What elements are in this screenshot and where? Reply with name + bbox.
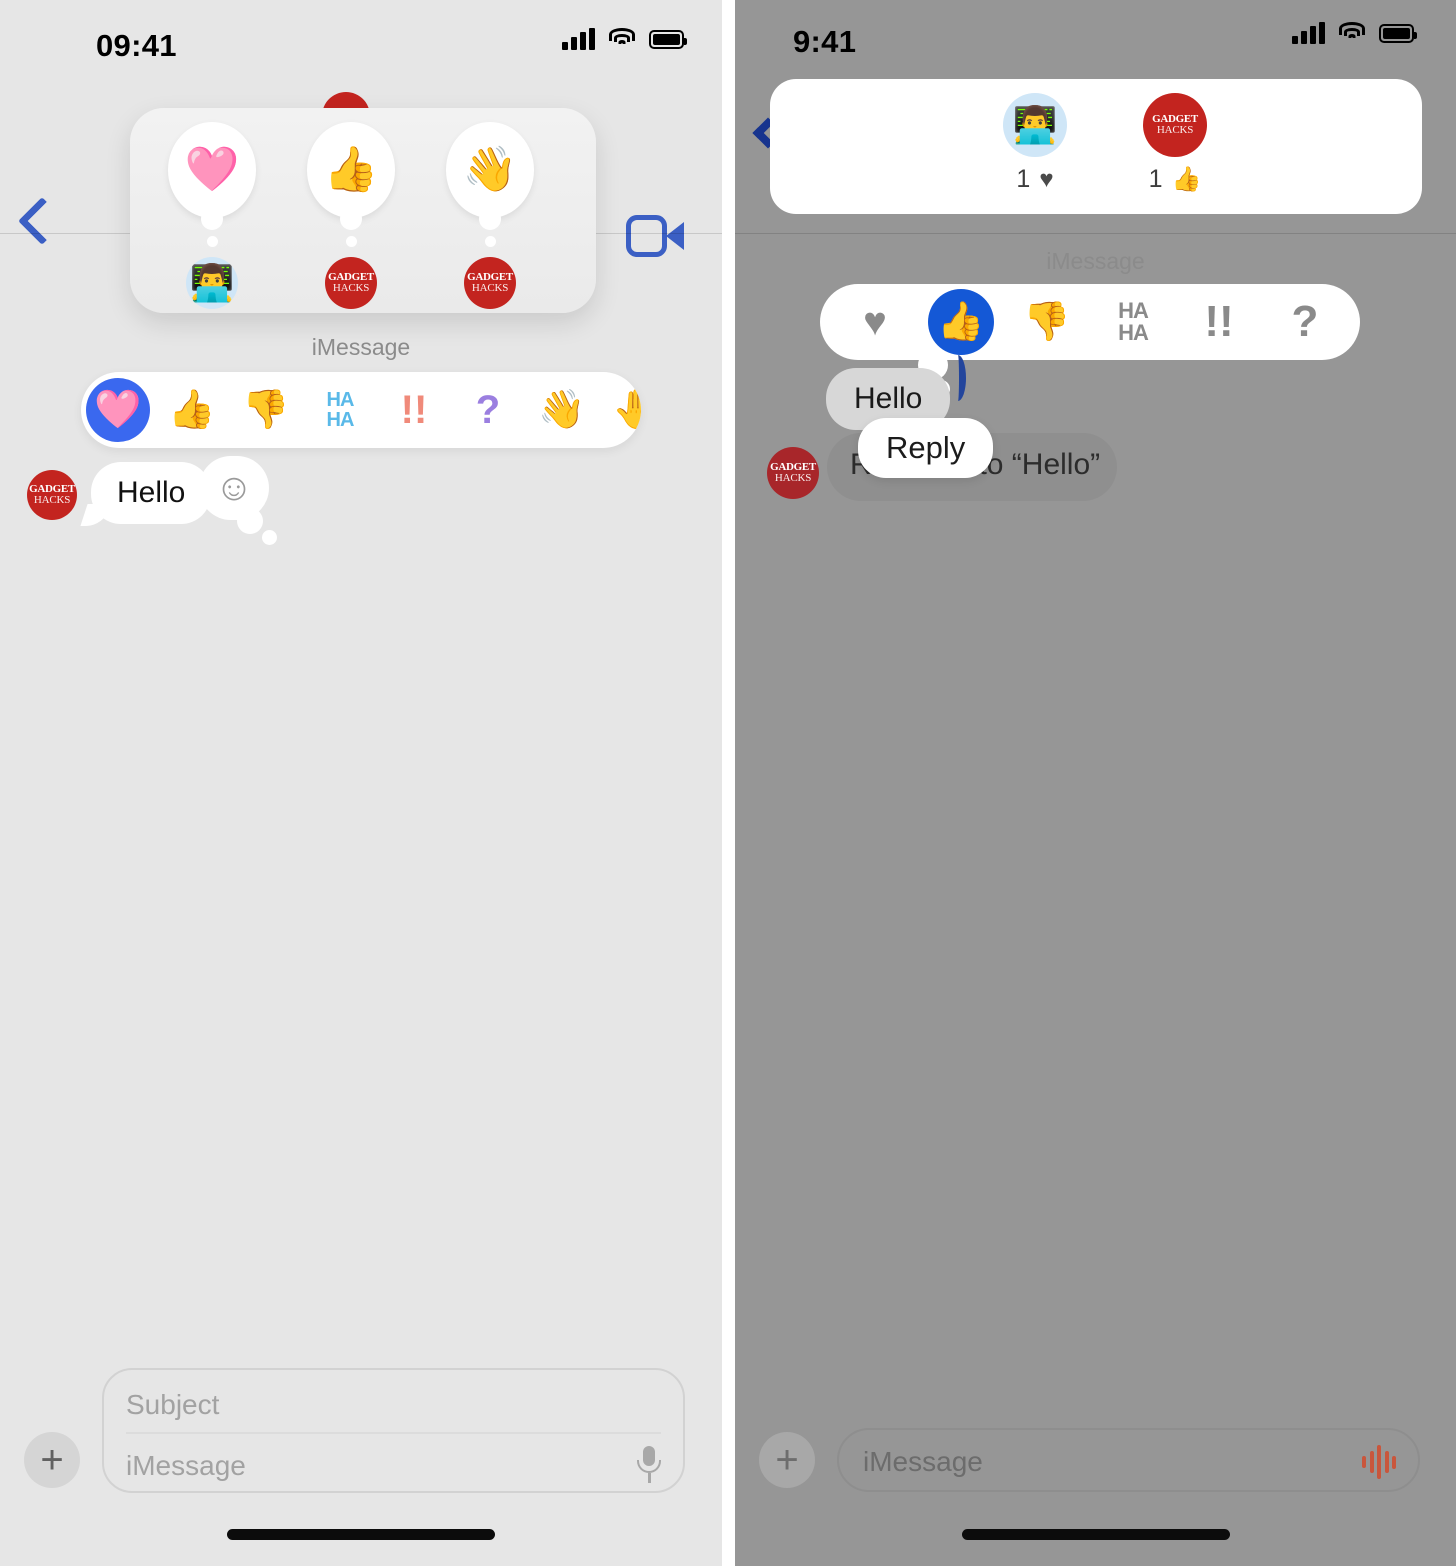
right-phone-screen: 9:41 👨‍💻 1 ♥ bbox=[735, 0, 1456, 1566]
message-bubble[interactable]: Hello bbox=[91, 462, 212, 524]
message-input[interactable]: iMessage bbox=[126, 1450, 246, 1482]
tapback-tail-icon bbox=[950, 355, 966, 401]
audio-waveform-icon[interactable] bbox=[1362, 1445, 1396, 1479]
wifi-icon bbox=[1338, 22, 1366, 44]
message-composer[interactable]: Subject iMessage bbox=[102, 1368, 685, 1493]
heart-icon: ♥ bbox=[1039, 165, 1054, 193]
reaction-summary-entry[interactable]: GADGET HACKS 1 👍 bbox=[1115, 93, 1235, 194]
reaction-count: 1 ♥ bbox=[975, 165, 1095, 194]
heart-reaction-button[interactable]: 🩷 bbox=[81, 372, 155, 448]
bubble-tail-dot bbox=[237, 508, 263, 534]
heart-reaction-button[interactable]: ♥ bbox=[838, 284, 912, 360]
gadget-hacks-avatar: GADGET HACKS bbox=[464, 257, 516, 309]
wifi-icon bbox=[608, 28, 636, 50]
question-reaction-button[interactable]: ? bbox=[1268, 284, 1342, 360]
pink-heart-icon: 🩷 bbox=[168, 122, 256, 218]
reaction-notice-suffix: to “Hello” bbox=[978, 448, 1101, 481]
reply-menu-item[interactable]: Reply bbox=[858, 418, 994, 478]
thumbs-up-icon: 👍 bbox=[1171, 165, 1202, 193]
haha-reaction-button[interactable]: HA HA bbox=[303, 372, 377, 448]
reaction-summary-entry[interactable]: 👨‍💻 1 ♥ bbox=[975, 93, 1095, 194]
reaction-detail-entry[interactable]: 🩷 👨‍💻 bbox=[152, 122, 272, 309]
memoji-avatar: 👨‍💻 bbox=[1003, 93, 1067, 157]
tapback-bar[interactable]: ♥ 👍 👎 HA HA !! ? bbox=[820, 284, 1360, 360]
avatar-logo-line2: HACKS bbox=[1156, 124, 1194, 136]
status-bar-time: 09:41 bbox=[96, 28, 177, 63]
imessage-label: iMessage bbox=[1046, 248, 1145, 274]
home-indicator bbox=[227, 1529, 495, 1540]
reaction-summary-card[interactable]: 👨‍💻 1 ♥ GADGET HACKS 1 👍 bbox=[770, 79, 1422, 214]
reaction-count: 1 👍 bbox=[1115, 165, 1235, 194]
nav-separator bbox=[735, 233, 1456, 234]
composer-divider bbox=[126, 1432, 661, 1434]
avatar-logo-line2: HACKS bbox=[471, 282, 509, 294]
video-camera-icon[interactable] bbox=[626, 215, 684, 257]
thumbs-down-reaction-button[interactable]: 👎 bbox=[229, 372, 303, 448]
smiley-face-icon: ☺ bbox=[214, 467, 254, 509]
imessage-label: iMessage bbox=[311, 334, 411, 360]
question-reaction-button[interactable]: ? bbox=[451, 372, 525, 448]
reaction-detail-popup[interactable]: 🩷 👨‍💻 👍 GADGET HACKS bbox=[130, 108, 596, 313]
status-bar-icons bbox=[562, 28, 687, 50]
thumbs-up-reaction-button[interactable]: 👍 bbox=[155, 372, 229, 448]
wave-reaction-button[interactable]: 👋 bbox=[525, 372, 599, 448]
message-input[interactable]: iMessage bbox=[863, 1446, 983, 1478]
status-bar: 09:41 bbox=[0, 0, 722, 92]
reaction-detail-entry[interactable]: 👍 GADGET HACKS bbox=[291, 122, 411, 309]
battery-icon bbox=[649, 29, 687, 49]
signal-bars-icon bbox=[1292, 22, 1325, 44]
haha-reaction-button[interactable]: HA HA bbox=[1096, 284, 1170, 360]
emoji-tapback-bar[interactable]: 🩷 👍 👎 HA HA !! ? 👋 🤚 bbox=[81, 372, 641, 448]
reaction-detail-entry[interactable]: 👋 GADGET HACKS bbox=[430, 122, 550, 309]
signal-bars-icon bbox=[562, 28, 595, 50]
gadget-hacks-avatar: GADGET HACKS bbox=[767, 447, 819, 499]
avatar-logo-line2: HACKS bbox=[774, 472, 812, 484]
add-attachment-button[interactable]: + bbox=[759, 1432, 815, 1488]
memoji-avatar: 👨‍💻 bbox=[186, 257, 238, 309]
thumbs-down-reaction-button[interactable]: 👎 bbox=[1010, 284, 1084, 360]
subject-input[interactable]: Subject bbox=[126, 1389, 219, 1421]
partial-reaction-button[interactable]: 🤚 bbox=[599, 372, 641, 448]
gadget-hacks-avatar: GADGET HACKS bbox=[1143, 93, 1207, 157]
status-bar-time: 9:41 bbox=[793, 24, 857, 59]
add-attachment-button[interactable]: + bbox=[24, 1432, 80, 1488]
home-indicator bbox=[961, 1529, 1230, 1540]
thumbs-up-icon: 👍 bbox=[307, 122, 395, 218]
battery-icon bbox=[1379, 23, 1417, 43]
bubble-tail-dot bbox=[206, 236, 218, 247]
message-composer[interactable]: iMessage bbox=[837, 1428, 1420, 1492]
exclamation-reaction-button[interactable]: !! bbox=[377, 372, 451, 448]
reaction-count-value: 1 bbox=[1016, 165, 1031, 193]
avatar-logo-line2: HACKS bbox=[332, 282, 370, 294]
waving-hand-icon: 👋 bbox=[446, 122, 534, 218]
thumbs-up-reaction-button[interactable]: 👍 bbox=[924, 284, 998, 360]
screenshot-stage: 09:41 🩷 👨‍💻 bbox=[0, 0, 1456, 1566]
left-phone-screen: 09:41 🩷 👨‍💻 bbox=[0, 0, 722, 1566]
bubble-tail-dot bbox=[262, 530, 277, 545]
microphone-icon[interactable] bbox=[637, 1446, 661, 1484]
gadget-hacks-avatar: GADGET HACKS bbox=[325, 257, 377, 309]
gadget-hacks-avatar: GADGET HACKS bbox=[27, 470, 77, 520]
bubble-tail-dot bbox=[484, 236, 496, 247]
avatar-logo-line2: HACKS bbox=[33, 494, 71, 506]
reaction-count-value: 1 bbox=[1148, 165, 1163, 193]
back-chevron-icon[interactable] bbox=[17, 196, 67, 246]
status-bar-icons bbox=[1292, 22, 1417, 44]
exclamation-reaction-button[interactable]: !! bbox=[1182, 284, 1256, 360]
bubble-tail-dot bbox=[345, 236, 357, 247]
